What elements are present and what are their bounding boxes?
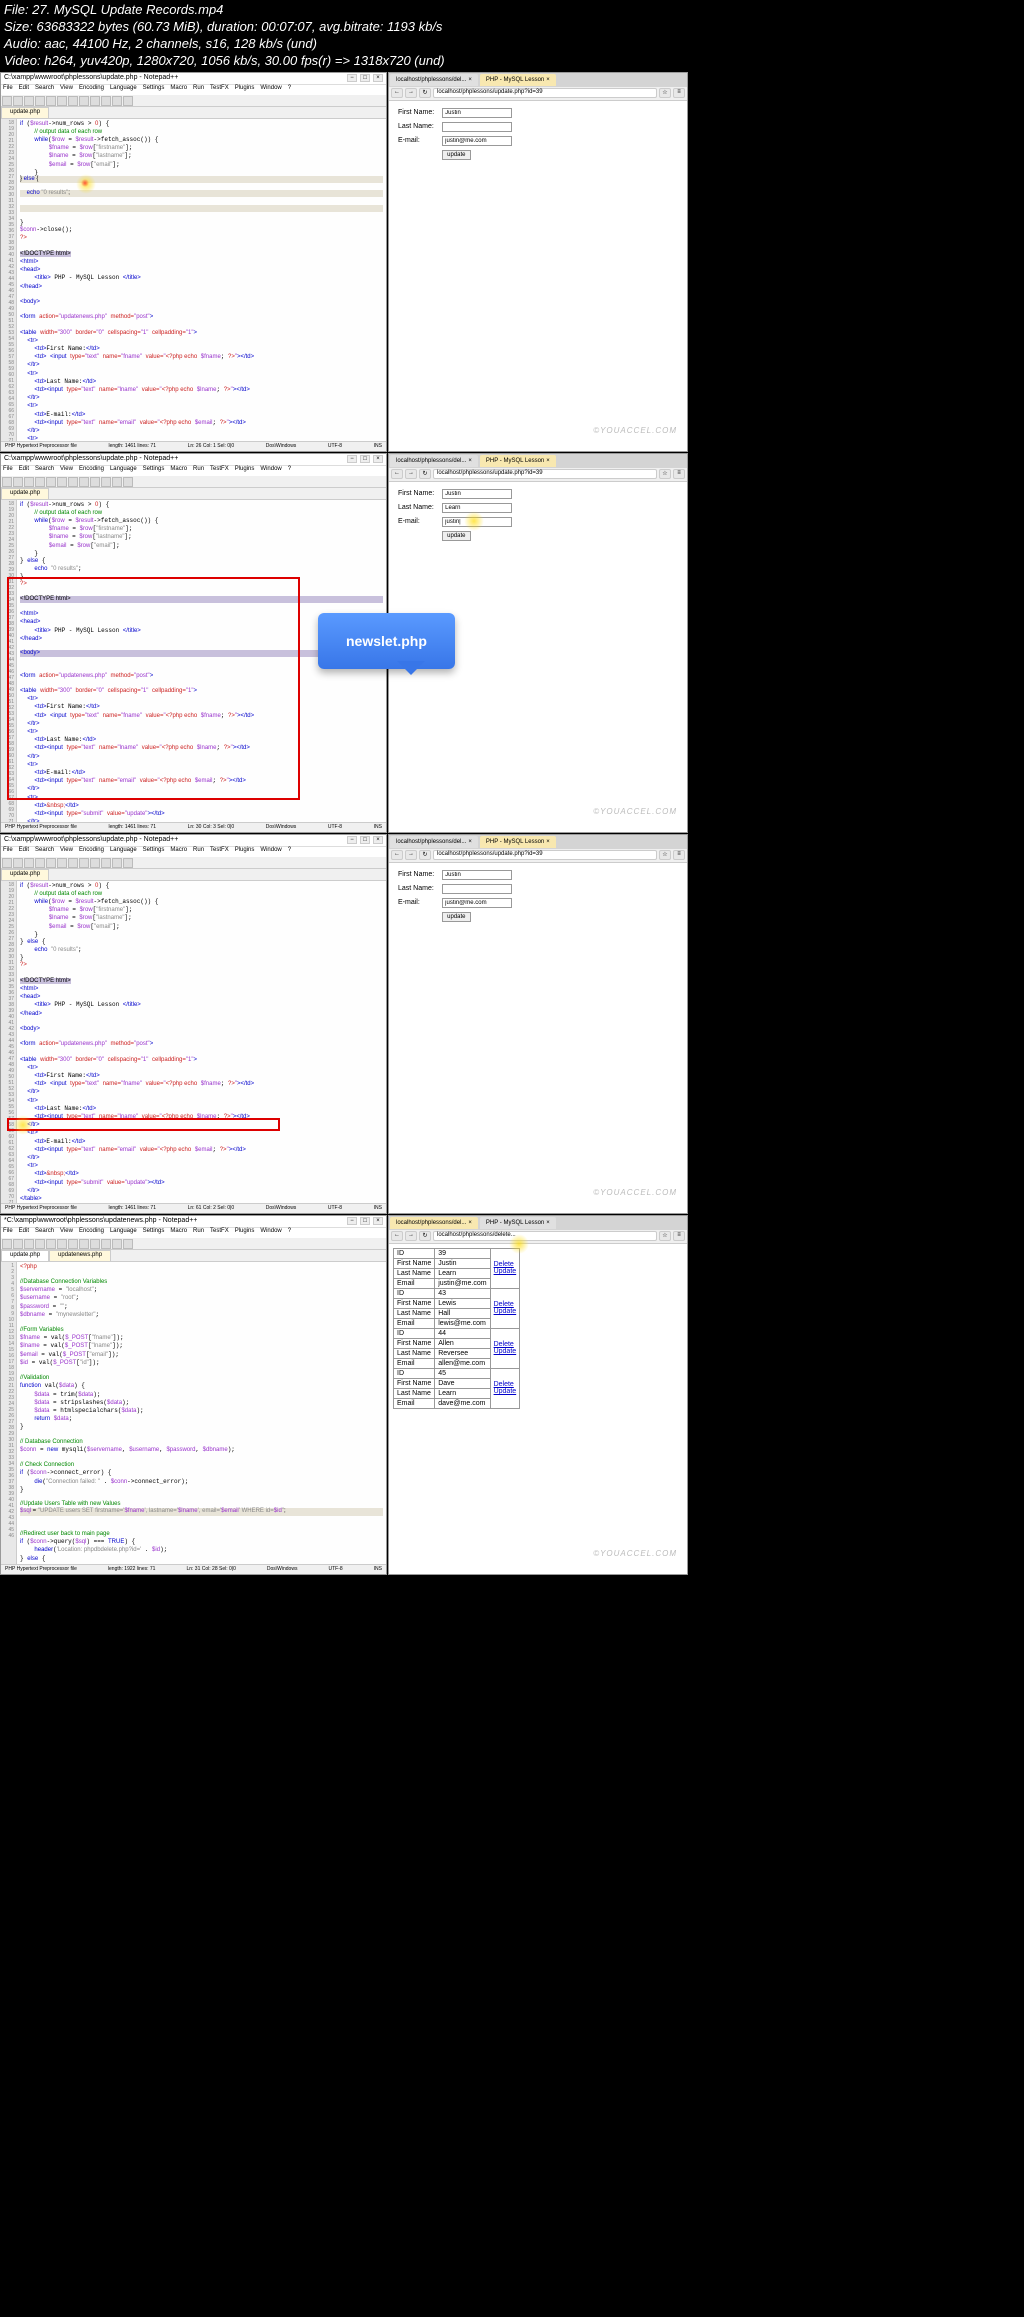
open-icon[interactable] bbox=[13, 96, 23, 106]
close-button[interactable]: × bbox=[373, 74, 383, 82]
url-input[interactable]: localhost/phplessons/update.php?id=39 bbox=[433, 88, 657, 98]
address-bar[interactable]: ← → ↻ localhost/phplessons/update.php?id… bbox=[389, 87, 687, 101]
maximize-button[interactable]: □ bbox=[360, 74, 370, 82]
star-icon[interactable]: ☆ bbox=[659, 88, 671, 98]
code-editor[interactable]: 1819202122232425262728293031323334353637… bbox=[1, 881, 386, 1203]
label-lastname: Last Name: bbox=[395, 121, 437, 133]
file-tabs[interactable]: update.php bbox=[1, 107, 386, 119]
redo-icon[interactable] bbox=[90, 96, 100, 106]
update-link[interactable]: Update bbox=[494, 1388, 517, 1395]
browser-window: localhost/phplessons/del...×PHP - MySQL … bbox=[388, 834, 688, 1214]
saveall-icon[interactable] bbox=[35, 96, 45, 106]
notepad-window: C:\xampp\wwwroot\phplessons\update.php -… bbox=[0, 72, 387, 452]
input-lastname[interactable] bbox=[442, 503, 512, 513]
window-title: C:\xampp\wwwroot\phplessons\update.php -… bbox=[4, 74, 178, 83]
delete-link[interactable]: Delete bbox=[494, 1341, 514, 1348]
tab-localhost[interactable]: localhost/phplessons/del...× bbox=[390, 74, 478, 86]
tab-updatenews-php[interactable]: updatenews.php bbox=[49, 1250, 111, 1261]
page-body: First Name: Last Name: E-mail: update bbox=[389, 101, 687, 451]
back-button[interactable]: ← bbox=[391, 88, 403, 98]
tab-localhost[interactable]: localhost/phplessons/del...× bbox=[390, 1217, 478, 1229]
zoom-icon[interactable] bbox=[123, 96, 133, 106]
tab-php-lesson[interactable]: PHP - MySQL Lesson× bbox=[480, 74, 556, 86]
input-lastname[interactable] bbox=[442, 122, 512, 132]
reload-button[interactable]: ↻ bbox=[419, 88, 431, 98]
update-link[interactable]: Update bbox=[494, 1308, 517, 1315]
browser-window: localhost/phplessons/del...×PHP - MySQL … bbox=[388, 1215, 688, 1575]
find-icon[interactable] bbox=[101, 96, 111, 106]
input-email[interactable] bbox=[442, 517, 512, 527]
label-email: E-mail: bbox=[395, 135, 437, 147]
watermark: ©YOUACCEL.COM bbox=[593, 426, 677, 435]
menubar[interactable]: FileEditSearchViewEncodingLanguageSettin… bbox=[1, 85, 386, 95]
notepad-window: *C:\xampp\wwwroot\phplessons\updatenews.… bbox=[0, 1215, 387, 1575]
statusbar: PHP Hypertext Preprocessor file length: … bbox=[1, 441, 386, 451]
annotation-box bbox=[7, 577, 300, 800]
minimize-button[interactable]: − bbox=[347, 74, 357, 82]
window-titlebar[interactable]: C:\xampp\wwwroot\phplessons\update.php -… bbox=[1, 73, 386, 85]
code-editor[interactable]: 1819202122232425262728293031323334353637… bbox=[1, 119, 386, 441]
close-icon[interactable]: × bbox=[468, 77, 472, 83]
menu-icon[interactable]: ≡ bbox=[673, 88, 685, 98]
notepad-window: C:\xampp\wwwroot\phplessons\update.php -… bbox=[0, 834, 387, 1214]
update-button[interactable]: update bbox=[442, 150, 470, 160]
copy-icon[interactable] bbox=[57, 96, 67, 106]
update-link[interactable]: Update bbox=[494, 1348, 517, 1355]
annotation-box bbox=[7, 1118, 280, 1131]
close-icon[interactable]: × bbox=[546, 77, 550, 83]
code-editor[interactable]: 1234567891011121314151617181920212223242… bbox=[1, 1262, 386, 1564]
label-firstname: First Name: bbox=[395, 107, 437, 119]
undo-icon[interactable] bbox=[79, 96, 89, 106]
delete-link[interactable]: Delete bbox=[494, 1381, 514, 1388]
update-link[interactable]: Update bbox=[494, 1268, 517, 1275]
save-icon[interactable] bbox=[24, 96, 34, 106]
browser-tabs[interactable]: localhost/phplessons/del...× PHP - MySQL… bbox=[389, 73, 687, 87]
paste-icon[interactable] bbox=[68, 96, 78, 106]
code-text[interactable]: if ($result->num_rows > 0) { // output d… bbox=[17, 119, 386, 441]
input-email[interactable] bbox=[442, 136, 512, 146]
input-firstname[interactable] bbox=[442, 108, 512, 118]
forward-button[interactable]: → bbox=[405, 88, 417, 98]
tab-update-php[interactable]: update.php bbox=[1, 107, 49, 118]
browser-window: localhost/phplessons/del...× PHP - MySQL… bbox=[388, 72, 688, 452]
toolbar[interactable] bbox=[1, 95, 386, 107]
input-firstname[interactable] bbox=[442, 489, 512, 499]
cut-icon[interactable] bbox=[46, 96, 56, 106]
replace-icon[interactable] bbox=[112, 96, 122, 106]
tab-update-php[interactable]: update.php bbox=[1, 1250, 49, 1261]
url-input[interactable]: localhost/phplessons/delete... bbox=[433, 1231, 657, 1241]
delete-link[interactable]: Delete bbox=[494, 1301, 514, 1308]
annotation-callout: newslet.php bbox=[318, 613, 455, 669]
line-gutter: 1819202122232425262728293031323334353637… bbox=[1, 119, 17, 441]
delete-link[interactable]: Delete bbox=[494, 1261, 514, 1268]
new-icon[interactable] bbox=[2, 96, 12, 106]
file-info: File: 27. MySQL Update Records.mp4 Size:… bbox=[0, 0, 1024, 72]
cursor-marker bbox=[81, 179, 89, 187]
records-table: ID39DeleteUpdate First NameJustin Last N… bbox=[393, 1248, 520, 1409]
